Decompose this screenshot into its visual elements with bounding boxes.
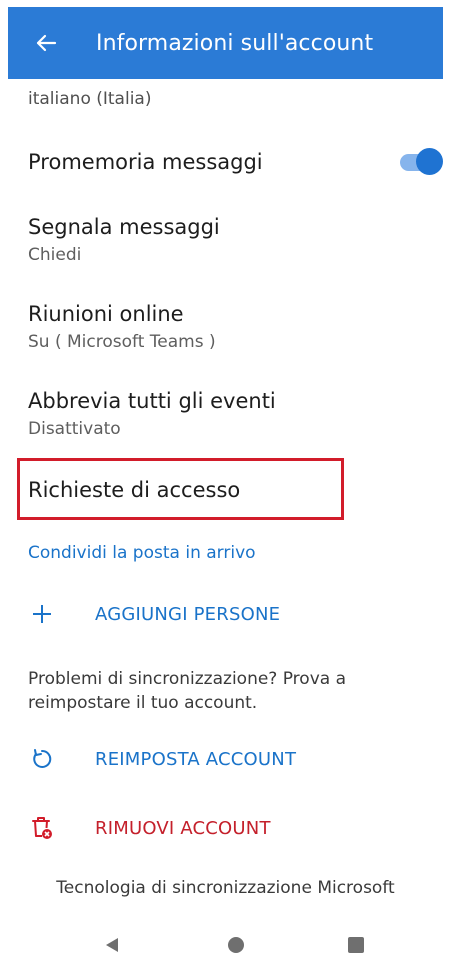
add-people-label: AGGIUNGI PERSONE xyxy=(95,603,281,625)
report-messages-setting[interactable]: Segnala messaggi xyxy=(28,215,220,239)
reminders-setting-label: Promemoria messaggi xyxy=(28,150,263,174)
reset-icon xyxy=(28,745,56,773)
reset-account-button[interactable]: REIMPOSTA ACCOUNT xyxy=(28,745,296,773)
square-recents-icon xyxy=(348,937,364,953)
plus-icon xyxy=(28,600,56,628)
report-messages-value: Chiedi xyxy=(28,245,82,265)
triangle-back-icon xyxy=(106,938,118,952)
page-title: Informazioni sull'account xyxy=(96,30,374,56)
access-requests-setting[interactable]: Richieste di accesso xyxy=(28,478,240,502)
footer-text: Tecnologia di sincronizzazione Microsoft xyxy=(56,878,395,898)
remove-account-label: RIMUOVI ACCOUNT xyxy=(95,817,271,839)
reminders-toggle[interactable] xyxy=(400,148,443,176)
sync-problem-message: Problemi di sincronizzazione? Prova a re… xyxy=(28,669,347,713)
nav-recents-button[interactable] xyxy=(344,925,368,965)
online-meetings-value: Su ( Microsoft Teams ) xyxy=(28,332,216,352)
language-value: italiano (Italia) xyxy=(28,89,152,109)
toggle-knob xyxy=(416,148,443,175)
online-meetings-setting[interactable]: Riunioni online xyxy=(28,302,184,326)
abbreviate-events-setting[interactable]: Abbrevia tutti gli eventi xyxy=(28,389,276,413)
arrow-left-icon xyxy=(36,34,57,52)
share-inbox-link[interactable]: Condividi la posta in arrivo xyxy=(28,543,256,563)
abbreviate-events-value: Disattivato xyxy=(28,419,121,439)
circle-home-icon xyxy=(228,937,244,953)
nav-home-button[interactable] xyxy=(224,925,248,965)
nav-back-button[interactable] xyxy=(100,925,124,965)
app-bar: Informazioni sull'account xyxy=(8,7,443,79)
trash-error-icon xyxy=(28,814,56,842)
back-button[interactable] xyxy=(30,27,62,59)
reset-account-label: REIMPOSTA ACCOUNT xyxy=(95,748,297,770)
system-nav-bar xyxy=(0,925,451,965)
add-people-button[interactable]: AGGIUNGI PERSONE xyxy=(28,600,280,628)
remove-account-button[interactable]: RIMUOVI ACCOUNT xyxy=(28,814,270,842)
